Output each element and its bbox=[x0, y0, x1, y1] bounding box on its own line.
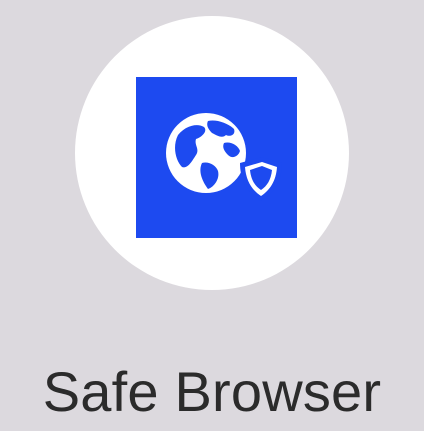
app-label: Safe Browser bbox=[42, 360, 382, 423]
app-icon-background bbox=[75, 16, 349, 290]
app-launcher-safe-browser[interactable]: Safe Browser bbox=[0, 0, 424, 431]
app-icon-tile bbox=[136, 77, 297, 238]
globe-shield-icon bbox=[166, 113, 282, 201]
